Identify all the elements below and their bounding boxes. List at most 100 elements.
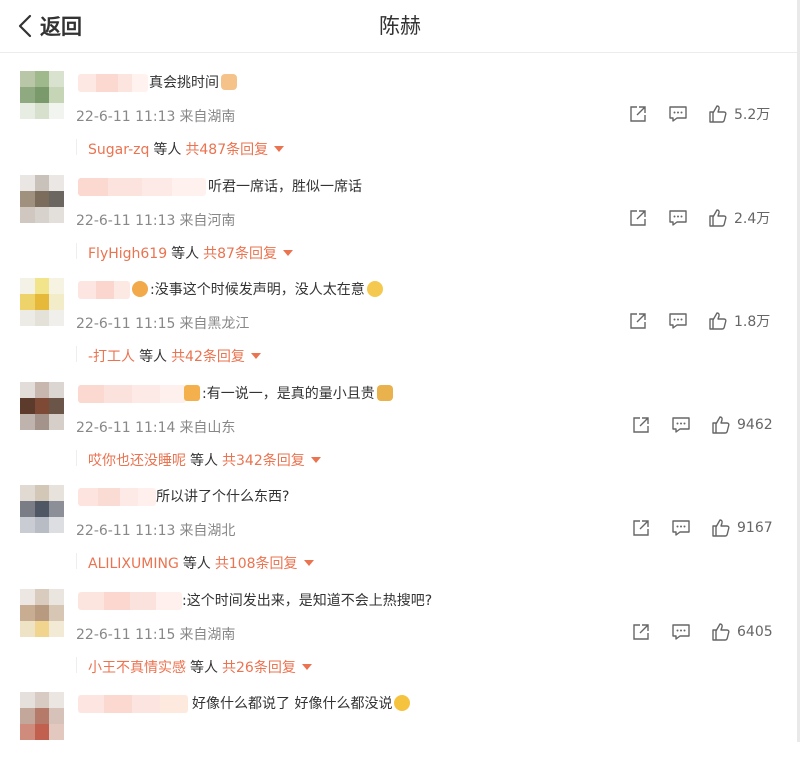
comment-button[interactable] xyxy=(671,622,691,642)
share-button[interactable] xyxy=(631,518,651,538)
comment-text-content: 真会挑时间 xyxy=(149,75,219,91)
username[interactable] xyxy=(78,591,182,610)
caret-down-icon[interactable] xyxy=(310,456,321,463)
username[interactable] xyxy=(78,281,130,299)
username[interactable] xyxy=(78,384,186,403)
comment-text-content: :这个时间发出来，是知道不会上热搜吧? xyxy=(182,592,433,609)
thumbs-up-emoji-icon xyxy=(221,74,237,90)
comment-item: 好像什么都说了 好像什么都没说 xyxy=(0,674,800,778)
comment-actions: 9462 xyxy=(0,415,800,435)
share-icon xyxy=(633,520,649,536)
comment-icon xyxy=(669,106,687,122)
thumbs-up-icon xyxy=(712,622,730,641)
username[interactable] xyxy=(78,488,156,506)
reply-divider xyxy=(76,449,77,466)
comment-item: 所以讲了个什么东西? 22-6-11 11:13 来自湖北 9167 ALILIX… xyxy=(0,467,800,572)
share-button[interactable] xyxy=(631,415,651,435)
back-button[interactable]: 返回 xyxy=(18,10,82,42)
share-icon xyxy=(630,209,646,226)
comment-actions: 1.8万 xyxy=(0,311,800,331)
reply-divider xyxy=(76,242,77,259)
thumbs-up-icon xyxy=(709,208,727,227)
comment-text-content: 好像什么都说了 好像什么都没说 xyxy=(192,696,393,712)
share-icon xyxy=(630,313,646,329)
like-count: 6405 xyxy=(737,623,773,640)
reply-divider xyxy=(76,656,77,673)
comment-item: 真会挑时间 22-6-11 11:13 来自湖南 5.2万 Sugar-zq 等人共… xyxy=(0,53,800,158)
like-count: 5.2万 xyxy=(734,107,771,123)
like-count: 1.8万 xyxy=(734,314,771,330)
comment-icon xyxy=(669,209,687,226)
username[interactable] xyxy=(78,695,188,713)
comment-icon xyxy=(669,313,687,329)
share-icon xyxy=(633,416,649,433)
comment-text: :有一说一，是真的量小且贵 xyxy=(184,384,393,403)
comment-icon xyxy=(672,416,690,433)
comment-item: 听君一席话，胜似一席话 22-6-11 11:13 来自河南 2.4万 FlyHi… xyxy=(0,157,800,262)
heart-eyes-emoji-icon xyxy=(132,281,148,297)
comment-text: 真会挑时间 xyxy=(149,74,237,92)
caret-down-icon[interactable] xyxy=(250,353,261,359)
comment-text-content: :没事这个时候发声明，没人太在意 xyxy=(150,282,365,298)
comment-text: :这个时间发出来，是知道不会上热搜吧? xyxy=(182,592,432,610)
page-title: 陈赫 xyxy=(379,14,421,38)
like-button[interactable]: 9462 xyxy=(711,415,773,435)
share-icon xyxy=(630,106,646,122)
share-button[interactable] xyxy=(628,208,648,228)
username[interactable] xyxy=(78,177,206,196)
comment-item: :没事这个时候发声明，没人太在意 22-6-11 11:15 来自黑龙江 1.8万… xyxy=(0,260,800,365)
comment-button[interactable] xyxy=(671,518,691,538)
comment-item: :这个时间发出来，是知道不会上热搜吧? 22-6-11 11:15 来自湖南 64… xyxy=(0,571,800,676)
caret-down-icon[interactable] xyxy=(274,146,285,152)
caret-down-icon[interactable] xyxy=(301,663,312,670)
reply-divider xyxy=(76,139,77,155)
back-label: 返回 xyxy=(40,15,82,39)
comment-text: 好像什么都说了 好像什么都没说 xyxy=(192,695,411,713)
share-button[interactable] xyxy=(628,104,648,124)
person-emoji-icon xyxy=(376,384,393,401)
comment-button[interactable] xyxy=(668,208,688,228)
caret-down-icon[interactable] xyxy=(282,249,293,256)
like-button[interactable]: 1.8万 xyxy=(708,311,770,331)
upside-down-face-emoji-icon xyxy=(394,695,411,711)
thumbs-up-icon xyxy=(709,105,727,123)
comment-list: 真会挑时间 22-6-11 11:13 来自湖南 5.2万 Sugar-zq 等人共… xyxy=(0,53,800,778)
like-button[interactable]: 6405 xyxy=(711,622,773,642)
share-button[interactable] xyxy=(631,622,651,642)
comment-text-content: 所以讲了个什么东西? xyxy=(156,489,290,505)
reply-divider xyxy=(76,346,77,362)
thumbs-up-icon xyxy=(712,415,730,434)
emoji-icon xyxy=(184,384,200,401)
like-count: 9462 xyxy=(737,416,773,433)
chevron-left-icon xyxy=(18,14,32,38)
avatar[interactable] xyxy=(20,692,64,740)
comment-text: 听君一席话，胜似一席话 xyxy=(208,178,362,196)
comment-button[interactable] xyxy=(671,415,691,435)
share-icon xyxy=(633,623,649,640)
comment-text-content: 听君一席话，胜似一席话 xyxy=(208,178,362,195)
comment-actions: 6405 xyxy=(0,622,800,642)
comment-actions: 2.4万 xyxy=(0,208,800,228)
comment-item: :有一说一，是真的量小且贵 22-6-11 11:14 来自山东 9462 哎你也… xyxy=(0,364,800,469)
thumbs-up-icon xyxy=(712,519,730,537)
like-button[interactable]: 2.4万 xyxy=(708,208,770,228)
share-button[interactable] xyxy=(628,311,648,331)
comment-button[interactable] xyxy=(668,104,688,124)
shrug-emoji-icon xyxy=(366,281,383,297)
caret-down-icon[interactable] xyxy=(303,560,314,566)
username[interactable] xyxy=(78,74,148,92)
comment-button[interactable] xyxy=(668,311,688,331)
like-button[interactable]: 9167 xyxy=(711,518,773,538)
like-count: 9167 xyxy=(737,520,773,536)
like-count: 2.4万 xyxy=(734,210,771,227)
comment-text-content: :有一说一，是真的量小且贵 xyxy=(202,385,375,402)
comment-text: 所以讲了个什么东西? xyxy=(156,488,289,506)
comment-actions: 5.2万 xyxy=(0,104,800,124)
comment-text: :没事这个时候发声明，没人太在意 xyxy=(132,281,383,299)
like-button[interactable]: 5.2万 xyxy=(708,104,770,124)
comment-icon xyxy=(672,623,690,640)
reply-divider xyxy=(76,553,77,569)
comment-icon xyxy=(672,520,690,536)
comment-actions: 9167 xyxy=(0,518,800,538)
top-bar: 返回 陈赫 xyxy=(0,0,800,53)
